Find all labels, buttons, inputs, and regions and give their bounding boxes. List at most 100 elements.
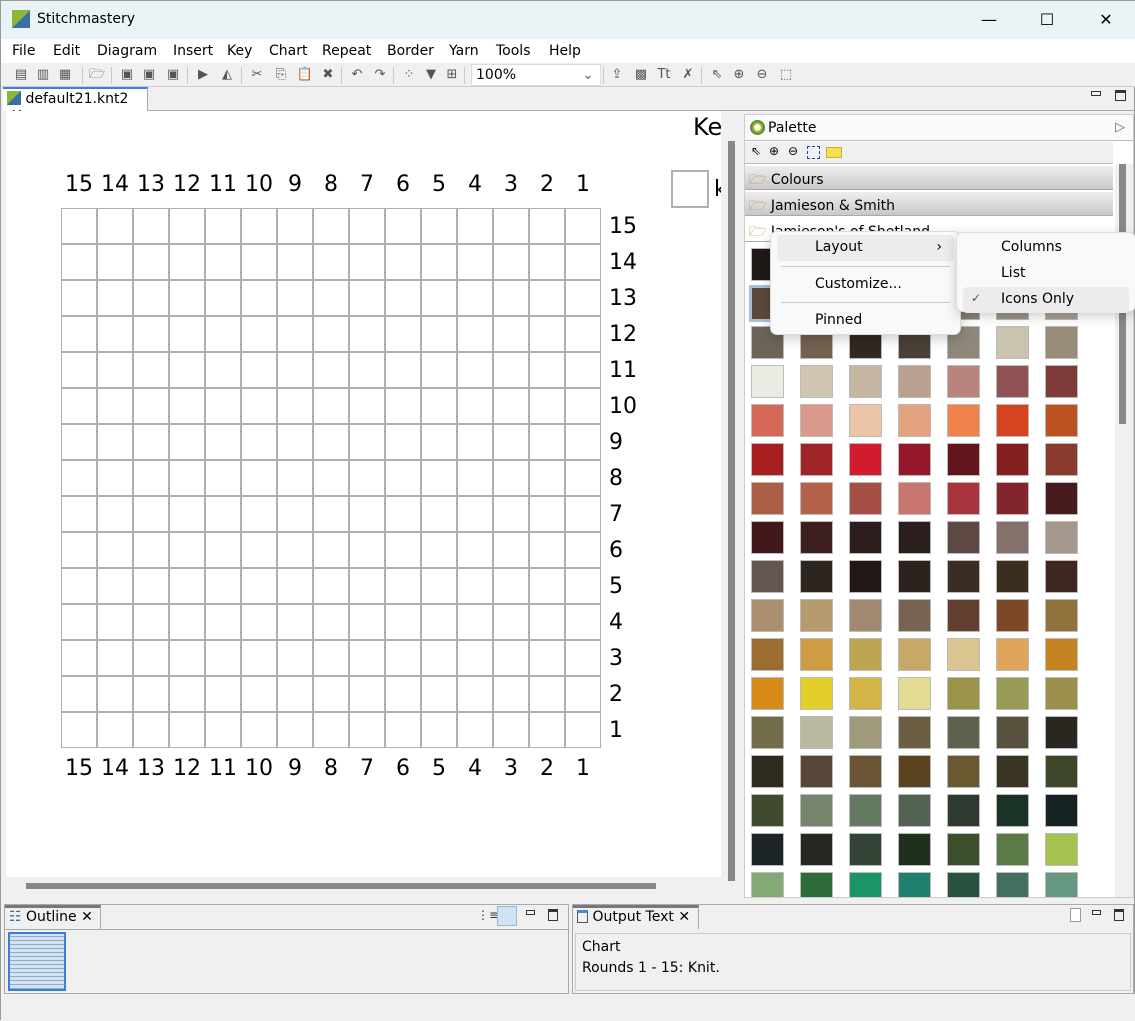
chart-cell[interactable] [385, 640, 421, 676]
play-icon[interactable]: ▶ [194, 66, 212, 84]
menu-edit[interactable]: Edit [53, 43, 80, 59]
chart-cell[interactable] [205, 388, 241, 424]
chart-cell[interactable] [529, 460, 565, 496]
chart-cell[interactable] [169, 280, 205, 316]
pointer-icon[interactable]: ⇖ [708, 66, 726, 84]
chart-cell[interactable] [277, 352, 313, 388]
color-swatch[interactable] [898, 872, 931, 897]
chart-cell[interactable] [385, 568, 421, 604]
zoom-select[interactable]: 100% ⌄ [471, 64, 601, 86]
canvas-vertical-scrollbar[interactable] [728, 141, 735, 881]
chart-cell[interactable] [349, 604, 385, 640]
color-swatch[interactable] [996, 404, 1029, 437]
chart-cell[interactable] [457, 208, 493, 244]
chart-canvas[interactable]: 15 15 14 14 13 13 12 12 11 11 10 10 9 9 8 8 7 7 6 6 5 5 4 4 3 3 2 2… [6, 111, 721, 877]
chart-cell[interactable] [133, 460, 169, 496]
chart-cell[interactable] [313, 244, 349, 280]
document-icon[interactable] [1070, 908, 1081, 922]
chart-cell[interactable] [421, 496, 457, 532]
chart-cell[interactable] [313, 496, 349, 532]
chart-cell[interactable] [493, 208, 529, 244]
chart-cell[interactable] [133, 316, 169, 352]
chart-cell[interactable] [313, 640, 349, 676]
chart-cell[interactable] [565, 532, 601, 568]
color-swatch[interactable] [898, 599, 931, 632]
canvas-horizontal-scrollbar[interactable] [26, 883, 656, 889]
color-swatch[interactable] [800, 599, 833, 632]
color-swatch[interactable] [849, 638, 882, 671]
chart-cell[interactable] [277, 568, 313, 604]
chart-cell[interactable] [385, 244, 421, 280]
chart-cell[interactable] [421, 604, 457, 640]
chart-cell[interactable] [529, 388, 565, 424]
color-swatch[interactable] [898, 365, 931, 398]
chart-cell[interactable] [97, 424, 133, 460]
chart-cell[interactable] [385, 532, 421, 568]
color-swatch[interactable] [751, 521, 784, 554]
chart-cell[interactable] [421, 568, 457, 604]
chart-cell[interactable] [349, 388, 385, 424]
color-swatch[interactable] [996, 365, 1029, 398]
chart-cell[interactable] [565, 604, 601, 640]
chart-cell[interactable] [133, 496, 169, 532]
color-swatch[interactable] [1045, 833, 1078, 866]
chart-cell[interactable] [169, 712, 205, 748]
color-swatch[interactable] [947, 404, 980, 437]
chart-cell[interactable] [457, 316, 493, 352]
chart-cell[interactable] [97, 604, 133, 640]
chart-cell[interactable] [133, 676, 169, 712]
chart-cell[interactable] [493, 532, 529, 568]
chart-cell[interactable] [277, 208, 313, 244]
color-swatch[interactable] [947, 599, 980, 632]
menu-tools[interactable]: Tools [496, 43, 531, 59]
chart-cell[interactable] [133, 640, 169, 676]
chart-cell[interactable] [97, 316, 133, 352]
chart-cell[interactable] [241, 676, 277, 712]
color-swatch[interactable] [1045, 521, 1078, 554]
color-swatch[interactable] [751, 560, 784, 593]
chart-cell[interactable] [529, 676, 565, 712]
chart-cell[interactable] [565, 208, 601, 244]
text-format-icon[interactable]: Tt [655, 66, 673, 84]
new-image-icon[interactable]: ▦ [56, 66, 74, 84]
color-swatch[interactable] [849, 794, 882, 827]
chart-cell[interactable] [169, 460, 205, 496]
chart-cell[interactable] [565, 280, 601, 316]
chart-cell[interactable] [61, 568, 97, 604]
cut-icon[interactable]: ✂ [248, 66, 266, 84]
chart-cell[interactable] [493, 280, 529, 316]
chart-cell[interactable] [529, 712, 565, 748]
chart-cell[interactable] [169, 424, 205, 460]
color-swatch[interactable] [1045, 794, 1078, 827]
chart-cell[interactable] [313, 568, 349, 604]
color-swatch[interactable] [996, 872, 1029, 897]
color-swatch[interactable] [800, 833, 833, 866]
chart-cell[interactable] [205, 712, 241, 748]
chart-cell[interactable] [313, 280, 349, 316]
color-swatch[interactable] [996, 326, 1029, 359]
menu-repeat[interactable]: Repeat [322, 43, 371, 59]
chart-cell[interactable] [61, 388, 97, 424]
paste-icon[interactable]: 📋 [296, 66, 314, 84]
chart-cell[interactable] [241, 532, 277, 568]
chart-cell[interactable] [421, 244, 457, 280]
delete-icon[interactable]: ✖ [319, 66, 337, 84]
color-swatch[interactable] [996, 443, 1029, 476]
chart-cell[interactable] [493, 424, 529, 460]
color-swatch[interactable] [947, 794, 980, 827]
chart-cell[interactable] [421, 676, 457, 712]
menu-file[interactable]: File [12, 43, 35, 59]
chart-cell[interactable] [349, 496, 385, 532]
chart-cell[interactable] [529, 208, 565, 244]
color-swatch[interactable] [751, 638, 784, 671]
color-swatch[interactable] [800, 404, 833, 437]
chart-cell[interactable] [241, 496, 277, 532]
chart-cell[interactable] [133, 604, 169, 640]
chart-cell[interactable] [61, 496, 97, 532]
marquee-icon[interactable]: ⬚ [777, 66, 795, 84]
color-swatch[interactable] [849, 560, 882, 593]
color-swatch[interactable] [800, 872, 833, 897]
color-swatch[interactable] [947, 716, 980, 749]
color-swatch[interactable] [751, 599, 784, 632]
color-swatch[interactable] [996, 833, 1029, 866]
